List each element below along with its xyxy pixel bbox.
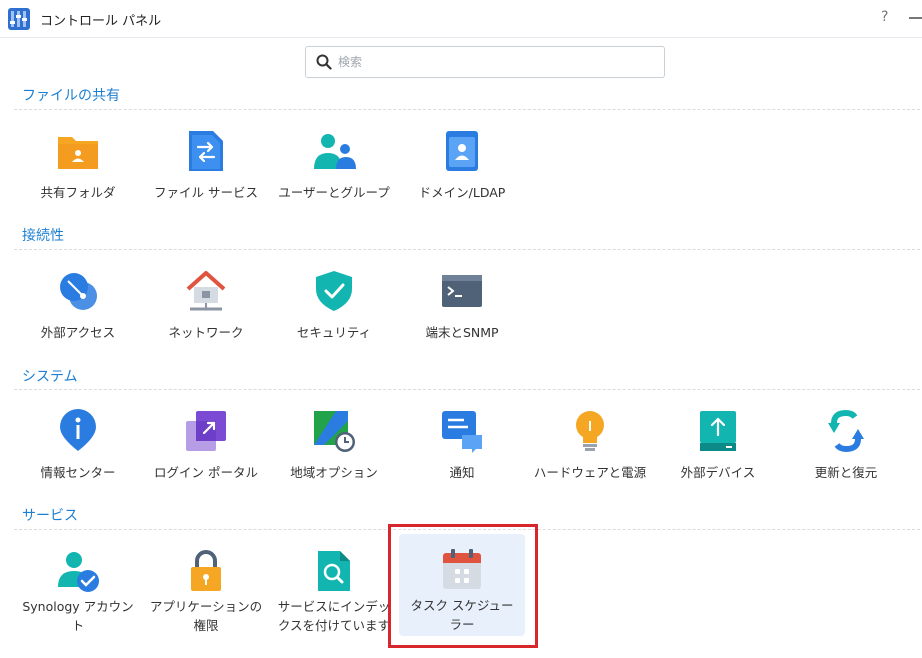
search-box[interactable] — [305, 46, 665, 78]
item-info-center[interactable]: 情報センター — [15, 397, 141, 499]
item-label: 端末とSNMP — [425, 325, 499, 340]
item-label: 外部アクセス — [40, 325, 116, 340]
item-label: 地域オプション — [290, 465, 378, 480]
security-shield-icon — [316, 271, 352, 311]
item-security[interactable]: セキュリティ — [271, 257, 397, 359]
section-title-file-sharing: ファイルの共有 — [22, 88, 120, 104]
hardware-power-icon — [576, 411, 604, 451]
item-label: 外部デバイス — [680, 465, 756, 480]
synology-account-icon — [58, 552, 99, 592]
item-label-line2: クスを付けています — [277, 618, 391, 633]
help-button[interactable]: ? — [881, 9, 888, 25]
search-icon — [316, 54, 332, 70]
section-divider — [14, 109, 920, 110]
item-label: 情報センター — [40, 465, 116, 480]
regional-options-icon — [314, 411, 355, 452]
item-label-line1: サービスにインデッ — [277, 599, 391, 614]
item-label: サービスにインデッ クスを付けています — [271, 597, 397, 635]
highlight-box — [388, 524, 538, 648]
search-input[interactable] — [338, 51, 656, 73]
external-access-icon — [60, 273, 97, 310]
minimize-button[interactable] — [909, 17, 922, 19]
terminal-icon — [442, 275, 482, 307]
indexing-service-icon — [318, 551, 350, 591]
item-hardware-power[interactable]: ハードウェアと電源 — [527, 397, 653, 499]
users-groups-icon — [314, 134, 356, 169]
file-services-icon — [189, 131, 223, 171]
external-devices-icon — [700, 411, 736, 451]
item-indexing-service[interactable]: サービスにインデッ クスを付けています — [271, 537, 397, 639]
info-center-icon — [60, 409, 96, 451]
item-terminal-snmp[interactable]: 端末とSNMP — [399, 257, 525, 359]
item-label: ファイル サービス — [154, 185, 258, 200]
item-label-line2: 権限 — [193, 618, 219, 633]
login-portal-icon — [186, 411, 226, 451]
section-title-system: システム — [22, 369, 78, 385]
section-divider — [14, 249, 920, 250]
item-users-groups[interactable]: ユーザーとグループ — [271, 117, 397, 219]
item-label: 共有フォルダ — [40, 185, 116, 200]
section-title-services: サービス — [22, 508, 78, 524]
item-network[interactable]: ネットワーク — [143, 257, 269, 359]
item-label: 通知 — [449, 465, 475, 480]
item-label: ハードウェアと電源 — [533, 465, 647, 480]
item-app-privileges[interactable]: アプリケーションの 権限 — [143, 537, 269, 639]
item-label: アプリケーションの 権限 — [143, 597, 269, 635]
item-shared-folder[interactable]: 共有フォルダ — [15, 117, 141, 219]
item-file-services[interactable]: ファイル サービス — [143, 117, 269, 219]
item-label-line1: Synology アカウン — [22, 599, 134, 614]
window-title: コントロール パネル — [40, 14, 162, 29]
title-bar: コントロール パネル ? — [0, 0, 922, 38]
item-label: ログイン ポータル — [154, 465, 258, 480]
item-login-portal[interactable]: ログイン ポータル — [143, 397, 269, 499]
update-restore-icon — [828, 409, 864, 453]
item-external-access[interactable]: 外部アクセス — [15, 257, 141, 359]
item-label: セキュリティ — [296, 325, 372, 340]
item-label-line2: ト — [71, 618, 85, 633]
item-update-restore[interactable]: 更新と復元 — [783, 397, 909, 499]
item-label: ドメイン/LDAP — [418, 185, 506, 200]
domain-ldap-icon — [446, 131, 478, 171]
section-divider — [14, 389, 920, 390]
item-notification[interactable]: 通知 — [399, 397, 525, 499]
item-regional-options[interactable]: 地域オプション — [271, 397, 397, 499]
item-label: Synology アカウン ト — [15, 597, 141, 635]
item-external-devices[interactable]: 外部デバイス — [655, 397, 781, 499]
section-title-connectivity: 接続性 — [22, 228, 64, 244]
notification-icon — [442, 411, 482, 453]
item-label: 更新と復元 — [814, 465, 878, 480]
item-synology-account[interactable]: Synology アカウン ト — [15, 537, 141, 639]
item-label: ユーザーとグループ — [278, 185, 390, 200]
control-panel-app-icon — [8, 8, 30, 30]
shared-folder-icon — [58, 137, 98, 169]
item-domain-ldap[interactable]: ドメイン/LDAP — [399, 117, 525, 219]
item-label: ネットワーク — [168, 325, 244, 340]
app-privileges-icon — [191, 550, 221, 591]
network-icon — [186, 271, 226, 311]
item-label-line1: アプリケーションの — [149, 599, 263, 614]
